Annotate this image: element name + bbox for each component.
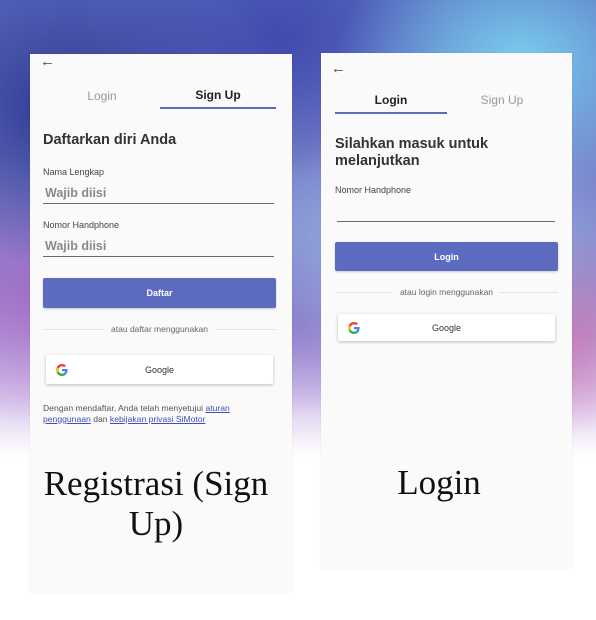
signup-screen: ← Login Sign Up Daftarkan diri Anda Nama… bbox=[30, 54, 292, 592]
back-arrow-icon[interactable]: ← bbox=[331, 61, 346, 76]
signup-caption: Registrasi (Sign Up) bbox=[43, 464, 269, 543]
privacy-policy-link[interactable]: kebijakan privasi SiMotor bbox=[110, 414, 206, 424]
tab-login[interactable]: Login bbox=[50, 89, 154, 103]
tab-login[interactable]: Login bbox=[335, 93, 447, 107]
terms-middle: dan bbox=[93, 414, 108, 424]
back-arrow-icon[interactable]: ← bbox=[40, 54, 55, 69]
tab-indicator bbox=[160, 107, 276, 109]
phone-field[interactable] bbox=[337, 203, 555, 222]
page-title: Silahkan masuk untuk melanjutkan bbox=[335, 136, 489, 169]
google-signup-button[interactable]: Google bbox=[46, 355, 273, 384]
terms-prefix: Dengan mendaftar, Anda telah menyetujui bbox=[43, 403, 204, 413]
tab-indicator bbox=[335, 112, 447, 114]
login-caption: Login bbox=[397, 463, 481, 502]
google-login-button[interactable]: Google bbox=[338, 314, 555, 341]
full-name-label: Nama Lengkap bbox=[43, 167, 105, 177]
phone-field[interactable] bbox=[43, 238, 274, 257]
phone-label: Nomor Handphone bbox=[335, 185, 412, 195]
terms-text: Dengan mendaftar, Anda telah menyetujui … bbox=[43, 403, 279, 425]
phone-label: Nomor Handphone bbox=[43, 220, 120, 230]
login-screen: ← Login Sign Up Silahkan masuk untuk mel… bbox=[321, 53, 572, 568]
google-label: Google bbox=[144, 364, 175, 375]
tab-sign-up[interactable]: Sign Up bbox=[160, 88, 276, 102]
page-title: Daftarkan diri Anda bbox=[43, 132, 177, 148]
login-button[interactable]: Login bbox=[335, 242, 558, 271]
divider-text: atau daftar menggunakan bbox=[103, 324, 216, 334]
full-name-field[interactable] bbox=[43, 185, 274, 204]
tab-sign-up[interactable]: Sign Up bbox=[447, 93, 557, 107]
google-label: Google bbox=[431, 322, 462, 333]
daftar-button[interactable]: Daftar bbox=[43, 278, 276, 308]
divider-text: atau login menggunakan bbox=[393, 287, 500, 297]
